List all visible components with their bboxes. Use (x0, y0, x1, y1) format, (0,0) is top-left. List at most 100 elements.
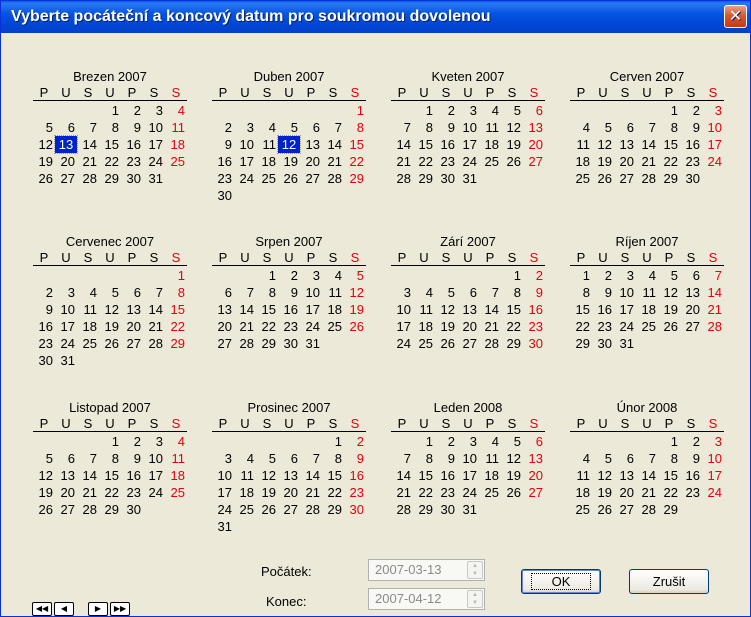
day-cell[interactable]: 4 (570, 119, 592, 136)
day-cell[interactable]: 28 (636, 170, 658, 187)
day-cell[interactable]: 18 (636, 301, 658, 318)
day-cell[interactable]: 10 (212, 467, 234, 484)
day-cell[interactable]: 18 (77, 318, 99, 335)
day-cell[interactable]: 23 (212, 170, 234, 187)
day-cell[interactable]: 17 (212, 484, 234, 501)
day-cell[interactable]: 16 (680, 136, 702, 153)
day-cell[interactable]: 15 (413, 467, 435, 484)
day-cell[interactable]: 6 (212, 284, 234, 301)
day-cell[interactable]: 7 (479, 284, 501, 301)
start-date-spinner[interactable]: ▲ ▼ (467, 561, 483, 579)
spin-down-icon[interactable]: ▼ (468, 570, 482, 578)
day-cell[interactable]: 31 (457, 501, 479, 518)
day-cell[interactable]: 7 (143, 284, 165, 301)
day-cell[interactable]: 21 (77, 153, 99, 170)
day-cell[interactable]: 5 (501, 102, 523, 119)
day-cell[interactable]: 3 (234, 119, 256, 136)
day-cell[interactable]: 16 (435, 136, 457, 153)
day-cell[interactable]: 18 (165, 467, 187, 484)
day-cell[interactable]: 28 (479, 335, 501, 352)
day-cell[interactable]: 10 (234, 136, 256, 153)
day-cell[interactable]: 17 (300, 301, 322, 318)
day-cell[interactable]: 6 (457, 284, 479, 301)
day-cell[interactable]: 23 (435, 484, 457, 501)
day-cell[interactable]: 14 (143, 301, 165, 318)
day-cell[interactable]: 17 (234, 153, 256, 170)
day-cell[interactable]: 5 (278, 119, 300, 136)
day-cell[interactable]: 14 (391, 467, 413, 484)
day-cell[interactable]: 1 (658, 102, 680, 119)
day-cell[interactable]: 29 (99, 170, 121, 187)
day-cell[interactable]: 8 (99, 119, 121, 136)
day-cell[interactable]: 23 (33, 335, 55, 352)
day-cell[interactable]: 20 (614, 484, 636, 501)
day-cell[interactable]: 2 (592, 267, 614, 284)
spin-up-icon[interactable]: ▲ (468, 562, 482, 570)
day-cell[interactable]: 21 (479, 318, 501, 335)
day-cell[interactable]: 4 (77, 284, 99, 301)
day-cell[interactable]: 14 (77, 467, 99, 484)
day-cell[interactable]: 19 (33, 484, 55, 501)
day-cell[interactable]: 9 (212, 136, 234, 153)
spin-down-icon[interactable]: ▼ (468, 599, 482, 607)
day-cell[interactable]: 9 (680, 450, 702, 467)
day-cell[interactable]: 5 (344, 267, 366, 284)
day-cell[interactable]: 22 (658, 484, 680, 501)
day-cell[interactable]: 20 (55, 484, 77, 501)
day-cell[interactable]: 30 (212, 187, 234, 204)
day-cell[interactable]: 28 (300, 501, 322, 518)
day-cell[interactable]: 20 (300, 153, 322, 170)
day-cell[interactable]: 2 (523, 267, 545, 284)
day-cell[interactable]: 11 (256, 136, 278, 153)
day-cell[interactable]: 27 (614, 170, 636, 187)
day-cell[interactable]: 22 (99, 484, 121, 501)
day-cell[interactable]: 14 (77, 136, 99, 153)
day-cell[interactable]: 16 (121, 467, 143, 484)
day-cell[interactable]: 20 (55, 153, 77, 170)
day-cell[interactable]: 12 (501, 119, 523, 136)
day-cell[interactable]: 2 (121, 102, 143, 119)
day-cell[interactable]: 27 (457, 335, 479, 352)
day-cell[interactable]: 23 (523, 318, 545, 335)
day-cell[interactable]: 11 (165, 119, 187, 136)
day-cell[interactable]: 5 (99, 284, 121, 301)
day-cell[interactable]: 2 (435, 102, 457, 119)
day-cell[interactable]: 26 (33, 501, 55, 518)
day-cell[interactable]: 9 (680, 119, 702, 136)
day-cell[interactable]: 14 (636, 467, 658, 484)
day-cell[interactable]: 30 (344, 501, 366, 518)
day-cell[interactable]: 6 (121, 284, 143, 301)
day-cell[interactable]: 30 (33, 352, 55, 369)
day-cell[interactable]: 23 (278, 318, 300, 335)
day-cell[interactable]: 24 (457, 484, 479, 501)
day-cell[interactable]: 24 (143, 484, 165, 501)
day-cell[interactable]: 9 (592, 284, 614, 301)
day-cell[interactable]: 30 (592, 335, 614, 352)
day-cell[interactable]: 10 (300, 284, 322, 301)
day-cell[interactable]: 2 (121, 433, 143, 450)
day-cell[interactable]: 14 (702, 284, 724, 301)
cancel-button[interactable]: Zrušit (629, 569, 709, 594)
day-cell[interactable]: 27 (55, 170, 77, 187)
day-cell[interactable]: 12 (344, 284, 366, 301)
day-cell[interactable]: 19 (435, 318, 457, 335)
day-cell[interactable]: 31 (212, 518, 234, 535)
day-cell[interactable]: 19 (344, 301, 366, 318)
day-cell[interactable]: 5 (658, 267, 680, 284)
day-cell[interactable]: 16 (592, 301, 614, 318)
day-cell[interactable]: 19 (592, 153, 614, 170)
day-cell[interactable]: 11 (413, 301, 435, 318)
day-cell[interactable]: 23 (680, 484, 702, 501)
day-cell[interactable]: 16 (344, 467, 366, 484)
day-cell[interactable]: 6 (614, 119, 636, 136)
day-cell[interactable]: 15 (99, 467, 121, 484)
day-cell[interactable]: 23 (592, 318, 614, 335)
day-cell[interactable]: 1 (344, 102, 366, 119)
day-cell[interactable]: 2 (344, 433, 366, 450)
day-cell[interactable]: 21 (322, 153, 344, 170)
day-cell[interactable]: 10 (457, 450, 479, 467)
day-cell[interactable]: 29 (99, 501, 121, 518)
day-cell[interactable]: 4 (479, 102, 501, 119)
day-cell[interactable]: 8 (658, 450, 680, 467)
day-cell[interactable]: 19 (658, 301, 680, 318)
